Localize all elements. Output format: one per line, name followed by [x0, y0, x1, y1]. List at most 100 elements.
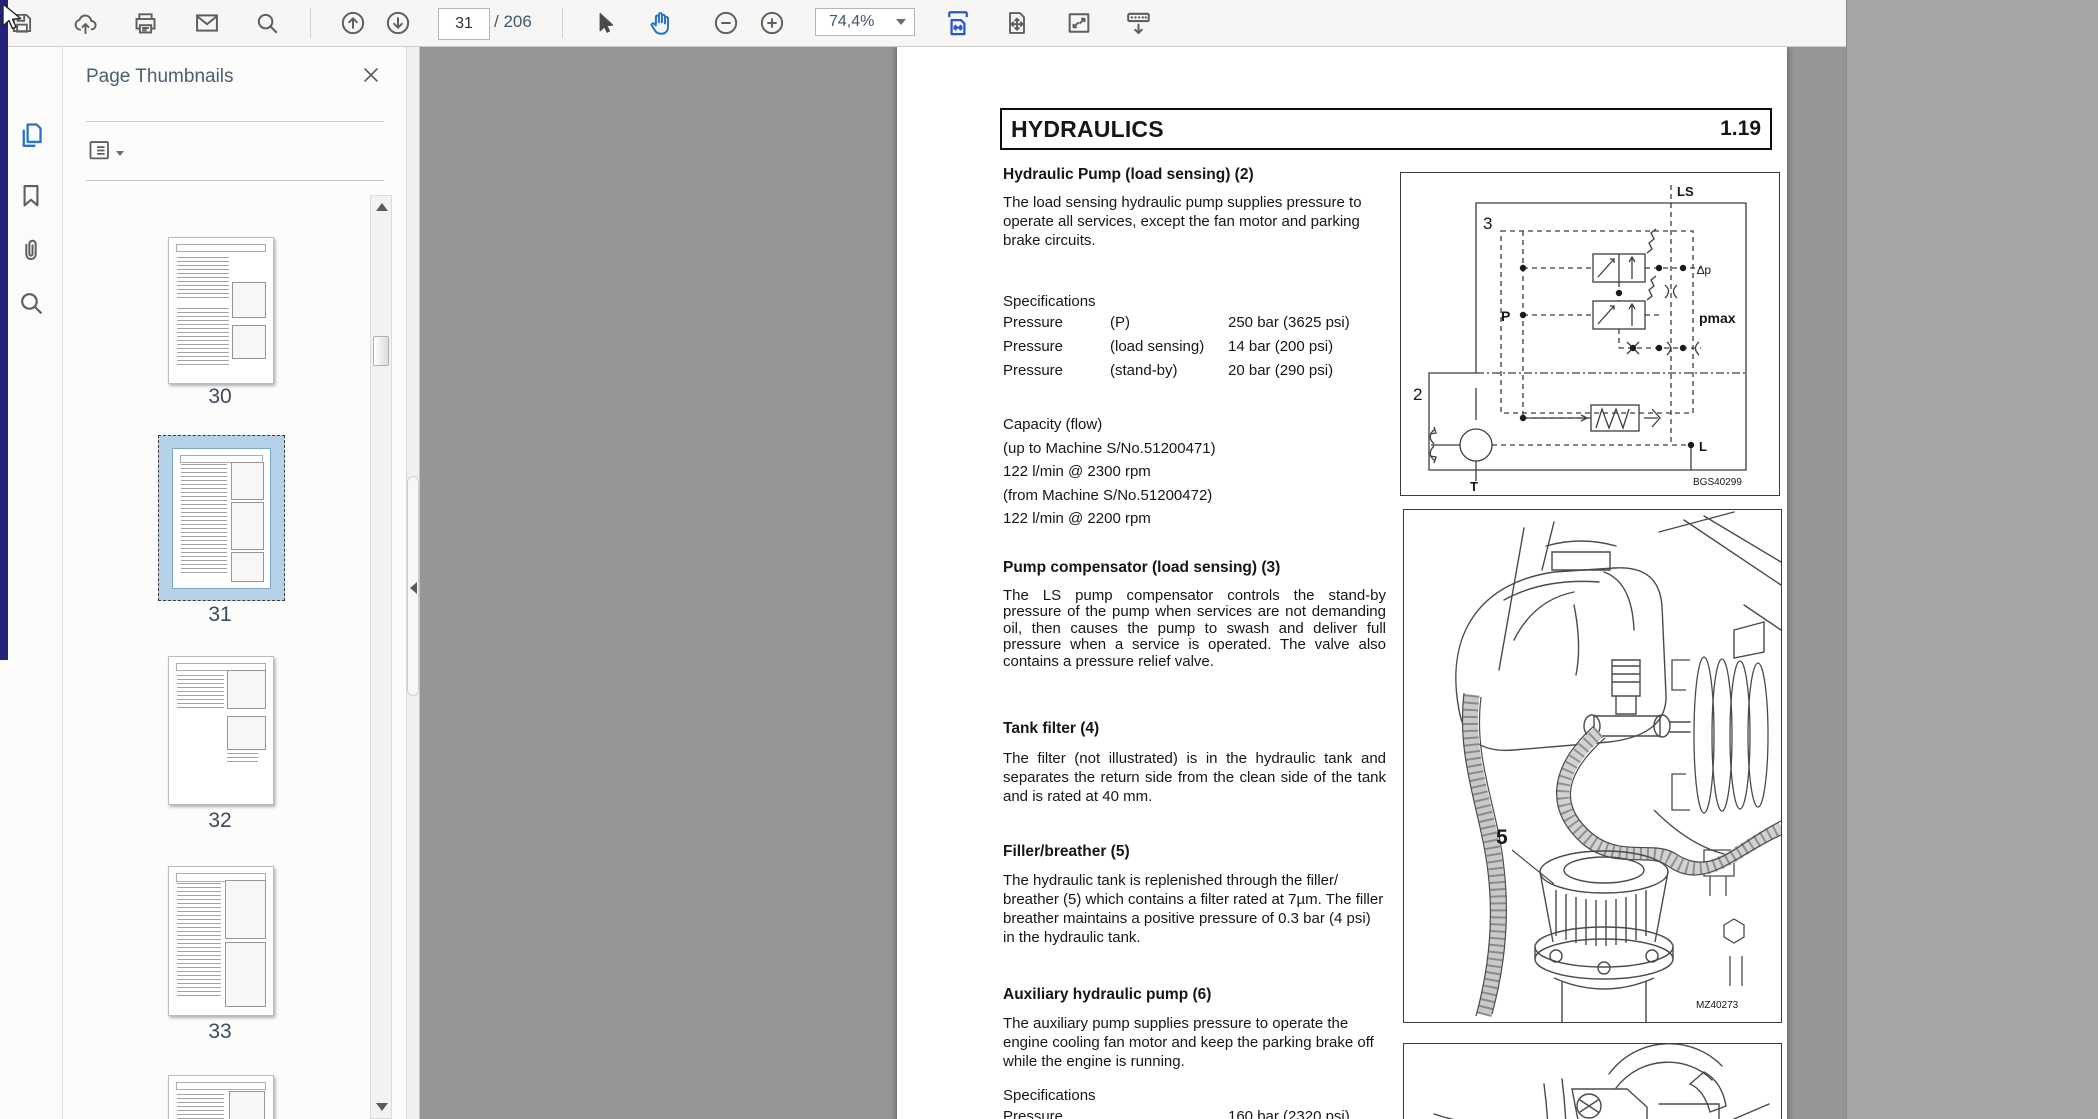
fullscreen-icon: [1065, 9, 1093, 37]
spec-name: Pressure: [1003, 311, 1110, 335]
figure-filler-breather-illustration: 5 MZ40273: [1403, 509, 1782, 1023]
specs-label: Specifications: [1003, 292, 1386, 311]
search-button[interactable]: [250, 6, 284, 40]
fig2-callout-5: 5: [1496, 826, 1508, 849]
magnifier-icon: [17, 289, 46, 323]
page-header-box: HYDRAULICS 1.19: [1000, 108, 1772, 150]
paperclip-icon: [17, 236, 45, 269]
fig1-label-dp: ∆p: [1697, 263, 1711, 277]
plus-circle-icon: [758, 9, 786, 37]
fit-page-button[interactable]: [1000, 6, 1034, 40]
thumbnail-page-32[interactable]: [168, 656, 274, 805]
spec-name: Pressure: [1003, 1105, 1228, 1119]
mouse-cursor: [0, 2, 26, 32]
fig1-label-l: L: [1699, 439, 1707, 454]
next-page-button[interactable]: [381, 6, 415, 40]
attachments-panel-button[interactable]: [15, 236, 47, 268]
toolbar: / 206 74,4%: [0, 0, 1846, 47]
thumbnail-page-partial[interactable]: [168, 1075, 274, 1119]
fit-width-button[interactable]: [941, 6, 975, 40]
capacity-block: Capacity (flow) (up to Machine S/No.5120…: [1003, 413, 1386, 531]
close-icon: [360, 64, 382, 91]
page-number-input[interactable]: [438, 8, 490, 40]
share-button[interactable]: [68, 6, 102, 40]
thumbnail-label: 30: [148, 385, 292, 409]
select-tool-button[interactable]: [588, 6, 622, 40]
pdf-viewer-window: / 206 74,4%: [0, 0, 2098, 1119]
collapse-left-icon: [410, 582, 417, 594]
figure-id: MZ40273: [1696, 1000, 1739, 1011]
spec-value: 160 bar (2320 psi): [1228, 1105, 1350, 1119]
chevron-down-icon: [116, 151, 124, 156]
thumbnail-label: 32: [148, 809, 292, 833]
spec-row: Pressure (load sensing) 14 bar (200 psi): [1003, 335, 1386, 359]
scroll-down-icon[interactable]: [376, 1103, 388, 1111]
panel-collapse-handle[interactable]: [407, 476, 419, 696]
scroll-up-icon[interactable]: [376, 203, 388, 211]
zoom-out-button[interactable]: [709, 6, 743, 40]
arrow-up-circle-icon: [339, 9, 367, 37]
print-button[interactable]: [128, 6, 162, 40]
hand-icon: [646, 9, 675, 38]
email-button[interactable]: [190, 6, 224, 40]
capacity-line: 122 l/min @ 2300 rpm: [1003, 460, 1386, 484]
cursor-arrow-icon: [592, 10, 618, 36]
section-heading: Hydraulic Pump (load sensing) (2): [1003, 166, 1386, 184]
panel-resize-gutter[interactable]: [406, 46, 420, 1119]
section-body: The hydraulic tank is replenished throug…: [1003, 871, 1386, 947]
spec-value: 250 bar (3625 psi): [1228, 311, 1350, 335]
thumbnail-page-30[interactable]: [168, 237, 274, 384]
fig1-label-pmax: pmax: [1699, 310, 1736, 326]
previous-page-button[interactable]: [336, 6, 370, 40]
section-heading: Pump compensator (load sensing) (3): [1003, 559, 1386, 577]
thumbnail-scrollbar[interactable]: [370, 195, 392, 1119]
scrollbar-thumb[interactable]: [373, 336, 389, 366]
page-count-label: / 206: [494, 12, 532, 32]
page-title: HYDRAULICS: [1011, 116, 1164, 143]
fit-page-icon: [1003, 9, 1031, 37]
fullscreen-button[interactable]: [1062, 6, 1096, 40]
bookmarks-panel-button[interactable]: [15, 182, 47, 214]
illustration-drawing: 5 MZ40273: [1404, 510, 1781, 1022]
document-viewport[interactable]: HYDRAULICS 1.19 Hydraulic Pump (load sen…: [420, 46, 1846, 1119]
page-thumbnails-panel: Page Thumbnails 30: [62, 46, 406, 1119]
zoom-level-value: 74,4%: [829, 13, 874, 31]
illustration-drawing: [1404, 1044, 1781, 1119]
cloud-upload-icon: [72, 10, 99, 37]
spec-qualifier: (load sensing): [1110, 335, 1228, 359]
panel-separator: [86, 180, 384, 181]
thumbnail-page-33[interactable]: [168, 866, 274, 1016]
schematic-drawing: 3 LS ∆p P pmax 2 T L BGS40299: [1401, 173, 1779, 495]
find-panel-button[interactable]: [15, 290, 47, 322]
spec-row: Pressure 160 bar (2320 psi): [1003, 1105, 1386, 1119]
window-edge-accent: [0, 0, 8, 660]
options-list-icon: [86, 137, 113, 169]
section-heading: Filler/breather (5): [1003, 843, 1386, 861]
email-icon: [193, 9, 221, 37]
search-icon: [254, 10, 281, 37]
capacity-line: Capacity (flow): [1003, 413, 1386, 437]
bookmark-icon: [17, 182, 45, 215]
panel-close-button[interactable]: [358, 64, 384, 90]
chevron-down-icon: [896, 19, 906, 25]
figure-hydraulic-schematic: 3 LS ∆p P pmax 2 T L BGS40299: [1400, 172, 1780, 496]
toolbar-divider: [310, 8, 311, 38]
zoom-in-button[interactable]: [755, 6, 789, 40]
spec-name: Pressure: [1003, 359, 1110, 383]
print-icon: [132, 10, 159, 37]
figure-auxiliary-pump-partial: [1403, 1043, 1782, 1119]
capacity-line: 122 l/min @ 2200 rpm: [1003, 507, 1386, 531]
section-body: The filter (not illustrated) is in the h…: [1003, 749, 1386, 806]
thumbnail-list: 30 31 32: [62, 195, 406, 1119]
page-thumbnails-panel-button[interactable]: [15, 122, 47, 154]
thumbnail-options-button[interactable]: [86, 138, 130, 168]
presentation-mode-button[interactable]: [1121, 6, 1155, 40]
text-column: Hydraulic Pump (load sensing) (2) The lo…: [1003, 166, 1386, 1119]
hand-tool-button[interactable]: [643, 6, 677, 40]
section-body: The LS pump compensator controls the sta…: [1003, 588, 1386, 671]
section-heading: Tank filter (4): [1003, 720, 1386, 738]
thumbnail-page-31-selected[interactable]: [158, 435, 285, 601]
zoom-level-dropdown[interactable]: 74,4%: [815, 8, 915, 36]
minus-circle-icon: [712, 9, 740, 37]
pages-icon: [16, 120, 47, 156]
